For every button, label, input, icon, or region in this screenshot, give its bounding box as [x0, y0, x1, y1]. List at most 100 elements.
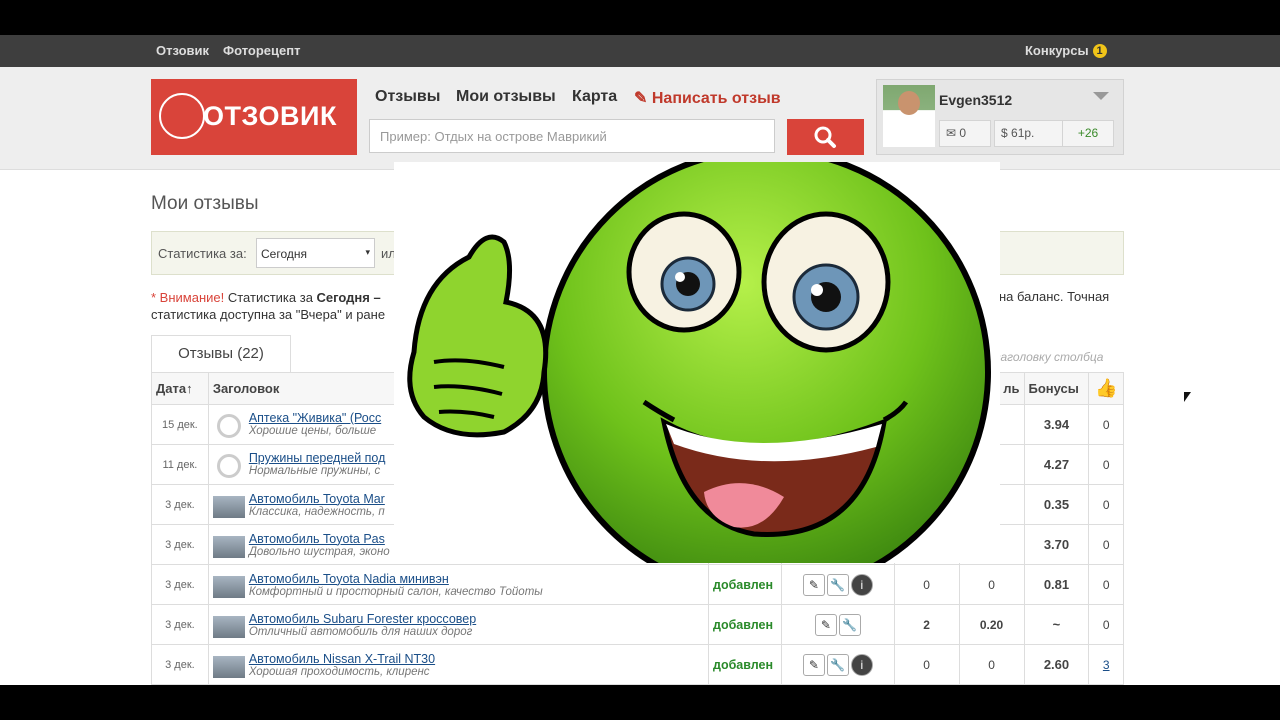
- write-review-label: Написать отзыв: [651, 90, 781, 107]
- coin-icon: $: [1001, 126, 1008, 140]
- topbar-link-contests[interactable]: Конкурсы 1: [1025, 43, 1107, 58]
- likes-count: 0: [1102, 417, 1110, 432]
- row-date: 11 дек.: [151, 444, 209, 485]
- edit-pencil-icon[interactable]: ✎: [802, 653, 825, 676]
- column-likes[interactable]: 👍: [1088, 372, 1124, 405]
- review-title-link[interactable]: Автомобиль Toyota Nadia минивэн: [213, 572, 704, 586]
- warning-bold: Сегодня –: [316, 290, 381, 305]
- likes-count: 3: [1102, 657, 1110, 672]
- table-row: 3 дек. Автомобиль Toyota Nadia минивэн Ком…: [151, 564, 1124, 605]
- review-subtitle: Хорошая проходимость, клиренс: [248, 665, 430, 678]
- likes-count: 0: [1102, 537, 1110, 552]
- row-status: добавлен: [708, 604, 783, 645]
- nav-map[interactable]: Карта: [572, 88, 617, 106]
- search-input[interactable]: Пример: Отдых на острове Маврикий: [369, 119, 775, 153]
- review-thumbnail: [212, 615, 245, 638]
- row-date: 3 дек.: [151, 524, 209, 565]
- row-count-1: 0: [893, 564, 960, 605]
- smiley-icon: [407, 147, 991, 597]
- info-icon[interactable]: i: [850, 653, 873, 676]
- row-bonus: 2.60: [1023, 644, 1090, 685]
- wrench-icon[interactable]: 🔧: [826, 573, 849, 596]
- table-row: 3 дек. Автомобиль Subaru Forester кроссов…: [151, 604, 1124, 645]
- row-bonus: 3.94: [1023, 404, 1090, 445]
- stats-warning: * Внимание! Статистика за Сегодня – стат…: [151, 289, 385, 323]
- row-bonus: 4.27: [1023, 444, 1090, 485]
- edit-pencil-icon[interactable]: ✎: [814, 613, 837, 636]
- row-likes: 0: [1088, 484, 1124, 525]
- contests-label: Конкурсы: [1025, 43, 1089, 58]
- review-thumbnail: [212, 655, 245, 678]
- wrench-icon[interactable]: 🔧: [838, 613, 861, 636]
- logo-text: ОТЗОВИК: [203, 101, 337, 131]
- chevron-down-icon[interactable]: [1093, 92, 1109, 100]
- row-bonus: ~: [1023, 604, 1090, 645]
- nav-my-reviews[interactable]: Мои отзывы: [456, 88, 556, 106]
- row-likes[interactable]: 3: [1088, 644, 1124, 685]
- stats-period-select[interactable]: Сегодня: [256, 238, 375, 268]
- table-row: 3 дек. Автомобиль Nissan X-Trail NT30 Хоро…: [151, 644, 1124, 685]
- wrench-icon[interactable]: 🔧: [826, 653, 849, 676]
- row-likes: 0: [1088, 404, 1124, 445]
- row-date: 3 дек.: [151, 604, 209, 645]
- mouse-cursor-icon: [1184, 392, 1191, 402]
- review-thumbnail: [212, 535, 245, 558]
- review-thumbnail: [212, 575, 245, 598]
- column-date[interactable]: Дата↑: [151, 372, 209, 405]
- row-count-2: 0: [958, 564, 1025, 605]
- topbar-link-photorecipe[interactable]: Фоторецепт: [223, 43, 300, 58]
- site-logo[interactable]: ОТЗОВИК: [151, 79, 357, 155]
- messages-button[interactable]: ✉ 0: [939, 120, 991, 147]
- row-title-cell: Автомобиль Nissan X-Trail NT30 Хорошая пр…: [207, 644, 710, 685]
- warning-prefix: * Внимание!: [151, 290, 225, 305]
- username[interactable]: Evgen3512: [939, 92, 1012, 108]
- review-title-link[interactable]: Автомобиль Nissan X-Trail NT30: [213, 652, 704, 666]
- search-icon: [814, 126, 836, 148]
- tab-reviews[interactable]: Отзывы (22): [151, 335, 291, 373]
- likes-count: 0: [1102, 577, 1110, 592]
- rating-button[interactable]: +26: [1062, 120, 1114, 147]
- avatar[interactable]: [883, 85, 935, 147]
- christmas-ball-icon: [159, 93, 205, 139]
- topbar-link-otzovik[interactable]: Отзовик: [156, 43, 209, 58]
- stats-label: Статистика за:: [158, 246, 247, 261]
- row-likes: 0: [1088, 444, 1124, 485]
- thumbs-up-smiley-image: [394, 147, 1000, 597]
- messages-count: 0: [959, 126, 967, 140]
- row-status: добавлен: [708, 644, 783, 685]
- review-subtitle: Отличный автомобиль для наших дорог: [248, 625, 473, 638]
- row-actions: ✎ 🔧: [781, 604, 895, 645]
- row-date: 3 дек.: [151, 484, 209, 525]
- envelope-icon: ✉: [946, 126, 957, 140]
- nav-write-review[interactable]: ✎ Написать отзыв: [634, 88, 781, 108]
- review-subtitle: Комфортный и просторный салон, качество …: [248, 585, 543, 598]
- row-date: 3 дек.: [151, 564, 209, 605]
- browser-viewport: Отзовик Фоторецепт Конкурсы 1 ОТЗОВИК Отз…: [0, 35, 1280, 685]
- row-title-cell: Автомобиль Toyota Nadia минивэн Комфортны…: [207, 564, 710, 605]
- row-bonus: 3.70: [1023, 524, 1090, 565]
- row-count-2: 0: [958, 644, 1025, 685]
- row-count-1: 2: [893, 604, 960, 645]
- column-bonus[interactable]: Бонусы: [1023, 372, 1090, 405]
- row-actions: ✎ 🔧 i: [781, 644, 895, 685]
- nav-reviews[interactable]: Отзывы: [375, 88, 440, 106]
- review-title-link[interactable]: Автомобиль Subaru Forester кроссовер: [213, 612, 704, 626]
- edit-pencil-icon[interactable]: ✎: [802, 573, 825, 596]
- row-count-1: 0: [893, 644, 960, 685]
- likes-count: 0: [1102, 617, 1110, 632]
- search-button[interactable]: [787, 119, 864, 155]
- row-actions: ✎ 🔧 i: [781, 564, 895, 605]
- row-likes: 0: [1088, 564, 1124, 605]
- review-thumbnail: [212, 495, 245, 518]
- pencil-icon: ✎: [634, 90, 648, 107]
- warning-text: Статистика за: [224, 290, 317, 305]
- balance-value: 61р.: [1011, 126, 1035, 140]
- row-likes: 0: [1088, 524, 1124, 565]
- info-icon[interactable]: i: [850, 573, 873, 596]
- page-title: Мои отзывы: [151, 193, 259, 214]
- no-photo-icon: [216, 414, 241, 438]
- row-status: добавлен: [708, 564, 783, 605]
- row-bonus: 0.81: [1023, 564, 1090, 605]
- warning-line2: статистика доступна за "Вчера" и ране: [151, 307, 386, 322]
- sort-hint: о заголовку столбца: [985, 350, 1104, 364]
